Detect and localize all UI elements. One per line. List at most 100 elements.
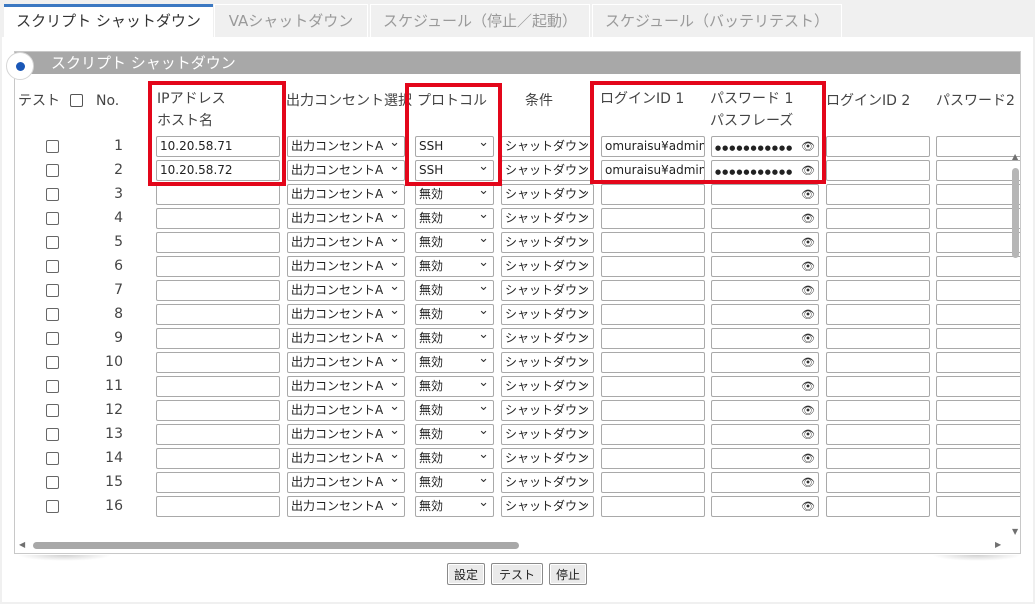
login-id-1-input[interactable]: [601, 232, 705, 253]
condition-select[interactable]: シャットダウン: [501, 160, 594, 181]
row-test-checkbox[interactable]: [46, 236, 59, 249]
test-button[interactable]: テスト: [491, 563, 543, 585]
ip-host-input[interactable]: [156, 184, 280, 205]
eye-icon[interactable]: 👁: [801, 401, 815, 420]
login-id-2-input[interactable]: [826, 184, 930, 205]
outlet-select[interactable]: 出力コンセントA: [287, 448, 405, 469]
condition-select[interactable]: シャットダウン: [501, 304, 594, 325]
row-test-checkbox[interactable]: [46, 332, 59, 345]
outlet-select[interactable]: 出力コンセントA: [287, 400, 405, 421]
protocol-select[interactable]: 無効: [415, 424, 494, 445]
password-2-input[interactable]: [936, 256, 1020, 277]
protocol-select[interactable]: 無効: [415, 232, 494, 253]
protocol-select[interactable]: 無効: [415, 208, 494, 229]
condition-select[interactable]: シャットダウン: [501, 280, 594, 301]
password-1-input[interactable]: 👁: [711, 448, 819, 469]
eye-icon[interactable]: 👁: [801, 353, 815, 372]
password-2-input[interactable]: [936, 280, 1020, 301]
row-test-checkbox[interactable]: [46, 380, 59, 393]
outlet-select[interactable]: 出力コンセントA: [287, 136, 405, 157]
condition-select[interactable]: シャットダウン: [501, 352, 594, 373]
password-1-input[interactable]: 👁: [711, 256, 819, 277]
scroll-up-arrow-icon[interactable]: ▲: [1012, 152, 1018, 161]
password-1-input[interactable]: 👁: [711, 280, 819, 301]
login-id-2-input[interactable]: [826, 280, 930, 301]
outlet-select[interactable]: 出力コンセントA: [287, 232, 405, 253]
condition-select[interactable]: シャットダウン: [501, 376, 594, 397]
protocol-select[interactable]: SSH: [415, 160, 494, 181]
login-id-2-input[interactable]: [826, 160, 930, 181]
condition-select[interactable]: シャットダウン: [501, 184, 594, 205]
ip-host-input[interactable]: [156, 448, 280, 469]
password-2-input[interactable]: [936, 472, 1020, 493]
protocol-select[interactable]: 無効: [415, 496, 494, 517]
eye-icon[interactable]: 👁: [801, 137, 815, 156]
password-1-input[interactable]: 👁: [711, 304, 819, 325]
password-2-input[interactable]: [936, 328, 1020, 349]
outlet-select[interactable]: 出力コンセントA: [287, 376, 405, 397]
condition-select[interactable]: シャットダウン: [501, 472, 594, 493]
password-2-input[interactable]: [936, 400, 1020, 421]
eye-icon[interactable]: 👁: [801, 161, 815, 180]
row-test-checkbox[interactable]: [46, 404, 59, 417]
protocol-select[interactable]: 無効: [415, 280, 494, 301]
password-2-input[interactable]: [936, 352, 1020, 373]
outlet-select[interactable]: 出力コンセントA: [287, 328, 405, 349]
outlet-select[interactable]: 出力コンセントA: [287, 304, 405, 325]
ip-host-input[interactable]: [156, 472, 280, 493]
condition-select[interactable]: シャットダウン: [501, 136, 594, 157]
row-test-checkbox[interactable]: [46, 308, 59, 321]
eye-icon[interactable]: 👁: [801, 233, 815, 252]
outlet-select[interactable]: 出力コンセントA: [287, 184, 405, 205]
login-id-1-input[interactable]: [601, 304, 705, 325]
login-id-2-input[interactable]: [826, 424, 930, 445]
vertical-scroll-thumb[interactable]: [1012, 168, 1019, 258]
login-id-2-input[interactable]: [826, 472, 930, 493]
login-id-1-input[interactable]: [601, 280, 705, 301]
login-id-2-input[interactable]: [826, 448, 930, 469]
outlet-select[interactable]: 出力コンセントA: [287, 496, 405, 517]
row-test-checkbox[interactable]: [46, 428, 59, 441]
eye-icon[interactable]: 👁: [801, 497, 815, 516]
password-2-input[interactable]: [936, 448, 1020, 469]
password-1-input[interactable]: 👁: [711, 400, 819, 421]
ip-host-input[interactable]: [156, 232, 280, 253]
outlet-select[interactable]: 出力コンセントA: [287, 424, 405, 445]
row-test-checkbox[interactable]: [46, 356, 59, 369]
protocol-select[interactable]: 無効: [415, 400, 494, 421]
login-id-1-input[interactable]: [601, 184, 705, 205]
row-test-checkbox[interactable]: [46, 284, 59, 297]
test-all-checkbox[interactable]: [70, 94, 83, 107]
stop-button[interactable]: 停止: [549, 563, 587, 585]
eye-icon[interactable]: 👁: [801, 281, 815, 300]
row-test-checkbox[interactable]: [46, 500, 59, 513]
login-id-2-input[interactable]: [826, 376, 930, 397]
login-id-1-input[interactable]: [601, 424, 705, 445]
protocol-select[interactable]: 無効: [415, 256, 494, 277]
tab-schedule-battery-test[interactable]: スケジュール（バッテリテスト）: [592, 4, 842, 38]
horizontal-scroll-thumb[interactable]: [33, 542, 519, 549]
ip-host-input[interactable]: 10.20.58.71: [156, 136, 280, 157]
ip-host-input[interactable]: [156, 256, 280, 277]
password-1-input[interactable]: 👁: [711, 496, 819, 517]
protocol-select[interactable]: 無効: [415, 376, 494, 397]
password-1-input[interactable]: 👁: [711, 184, 819, 205]
login-id-1-input[interactable]: [601, 400, 705, 421]
outlet-select[interactable]: 出力コンセントA: [287, 472, 405, 493]
protocol-select[interactable]: 無効: [415, 448, 494, 469]
login-id-2-input[interactable]: [826, 232, 930, 253]
outlet-select[interactable]: 出力コンセントA: [287, 160, 405, 181]
password-1-input[interactable]: 👁: [711, 352, 819, 373]
login-id-1-input[interactable]: [601, 448, 705, 469]
eye-icon[interactable]: 👁: [801, 185, 815, 204]
login-id-2-input[interactable]: [826, 328, 930, 349]
row-test-checkbox[interactable]: [46, 188, 59, 201]
login-id-1-input[interactable]: [601, 256, 705, 277]
eye-icon[interactable]: 👁: [801, 377, 815, 396]
login-id-1-input[interactable]: [601, 376, 705, 397]
condition-select[interactable]: シャットダウン: [501, 232, 594, 253]
password-2-input[interactable]: [936, 232, 1020, 253]
protocol-select[interactable]: 無効: [415, 304, 494, 325]
horizontal-scrollbar[interactable]: ◀ ▶: [15, 538, 1020, 552]
tab-va-shutdown[interactable]: VAシャットダウン: [214, 4, 368, 38]
